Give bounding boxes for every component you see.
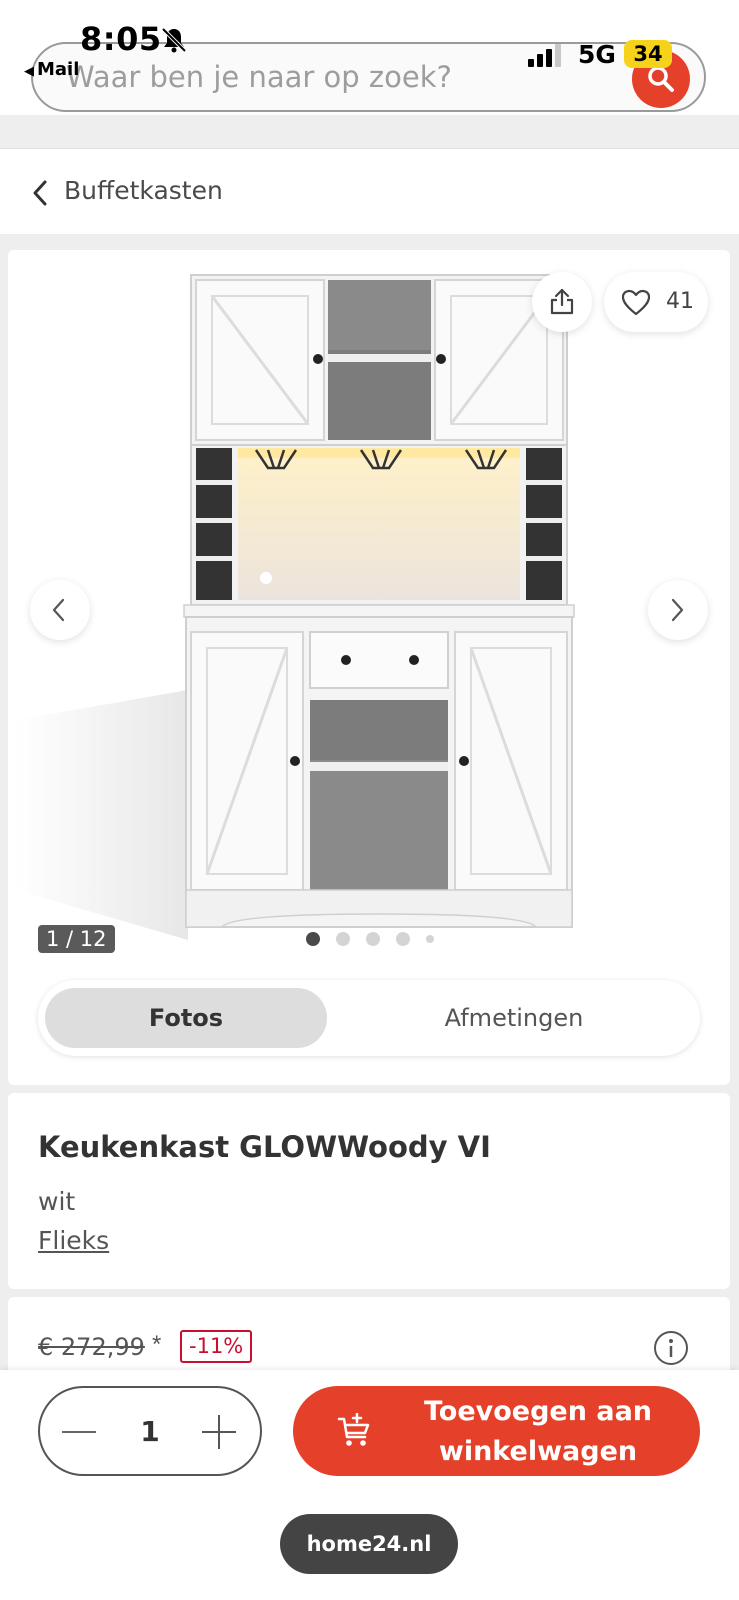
- discount-badge: -11%: [180, 1330, 253, 1363]
- search-icon: [648, 66, 674, 92]
- breadcrumb[interactable]: Buffetkasten: [0, 148, 739, 234]
- back-to-app[interactable]: ◀ Mail: [24, 59, 79, 80]
- cart-add-icon: [337, 1413, 370, 1446]
- quantity-increase-button[interactable]: [202, 1415, 236, 1449]
- browser-footer: home24.nl: [0, 1492, 739, 1600]
- bell-muted-icon: [161, 27, 187, 53]
- favorite-button[interactable]: 41: [604, 272, 708, 332]
- breadcrumb-label: Buffetkasten: [64, 176, 223, 205]
- carousel-dot[interactable]: [306, 932, 320, 946]
- network-type: 5G: [578, 40, 616, 69]
- back-triangle-icon: ◀: [24, 64, 34, 79]
- carousel-dot[interactable]: [426, 935, 434, 943]
- quantity-stepper: 1: [38, 1386, 262, 1476]
- previous-image-button[interactable]: [30, 580, 90, 640]
- carousel-dot[interactable]: [366, 932, 380, 946]
- gallery-tabs: Fotos Afmetingen: [38, 980, 700, 1056]
- add-to-cart-label: Toevoegen aan winkelwagen: [423, 1396, 653, 1467]
- product-info: Keukenkast GLOWWoody VI wit Flieks: [8, 1093, 730, 1289]
- signal-icon: [528, 44, 561, 67]
- quantity-decrease-button[interactable]: [62, 1431, 96, 1433]
- status-time: 8:05: [80, 20, 162, 58]
- product-gallery: 41 1 / 12 Fotos Afmetingen: [8, 250, 730, 1085]
- share-button[interactable]: [532, 272, 592, 332]
- carousel-dot[interactable]: [336, 932, 350, 946]
- carousel-dot[interactable]: [396, 932, 410, 946]
- chevron-right-icon: [671, 598, 684, 622]
- old-price: € 272,99: [38, 1333, 145, 1361]
- chevron-left-icon: [33, 180, 47, 206]
- add-to-cart-bar: 1 Toevoegen aan winkelwagen: [0, 1370, 739, 1492]
- address-bar-domain[interactable]: home24.nl: [280, 1514, 458, 1574]
- battery-indicator: 34: [624, 40, 672, 68]
- quantity-value[interactable]: 1: [126, 1415, 174, 1448]
- tab-fotos[interactable]: Fotos: [45, 988, 327, 1048]
- product-color: wit: [38, 1187, 76, 1216]
- search-placeholder: Waar ben je naar op zoek?: [66, 60, 452, 94]
- product-image[interactable]: [16, 250, 722, 955]
- info-icon[interactable]: [653, 1330, 689, 1366]
- image-counter: 1 / 12: [38, 925, 115, 953]
- top-bar: Waar ben je naar op zoek? 8:05 ◀ Mail 5G …: [0, 0, 739, 115]
- back-app-label: Mail: [37, 59, 80, 80]
- price-section: € 272,99 * -11%: [8, 1297, 730, 1377]
- add-to-cart-button[interactable]: Toevoegen aan winkelwagen: [293, 1386, 700, 1476]
- brand-link[interactable]: Flieks: [38, 1226, 109, 1255]
- chevron-left-icon: [52, 598, 65, 622]
- product-title: Keukenkast GLOWWoody VI: [38, 1130, 491, 1164]
- price-asterisk: *: [152, 1331, 162, 1358]
- next-image-button[interactable]: [648, 580, 708, 640]
- favorite-count: 41: [666, 289, 694, 314]
- tab-afmetingen[interactable]: Afmetingen: [373, 988, 655, 1048]
- heart-icon: [621, 289, 651, 316]
- share-icon: [550, 288, 574, 315]
